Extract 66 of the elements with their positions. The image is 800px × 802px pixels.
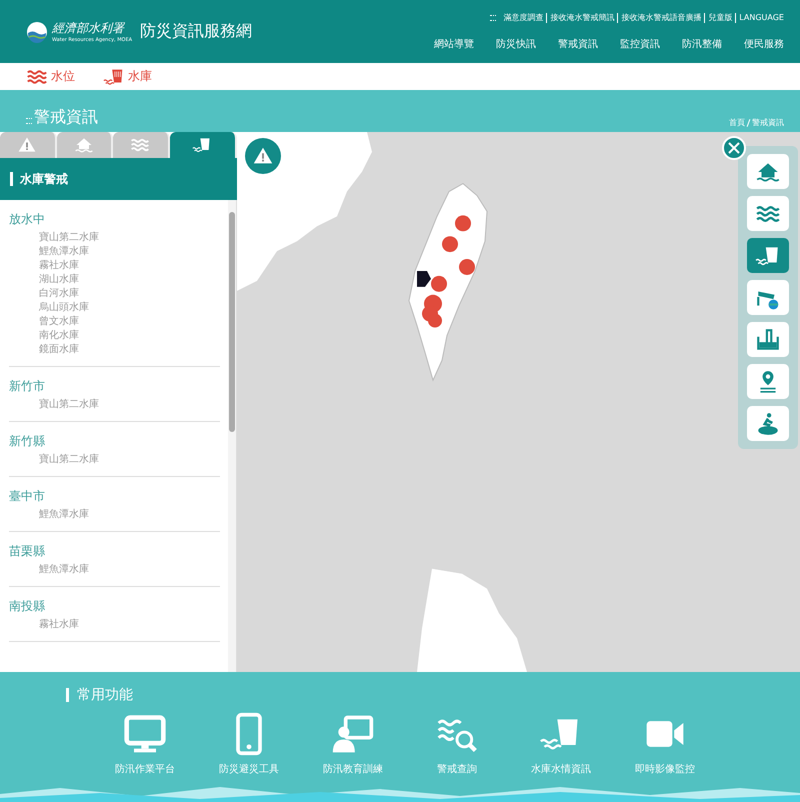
quick-link[interactable]: 防汛作業平台 (112, 712, 178, 776)
reservoir-item[interactable]: 鏡面水庫 (9, 343, 220, 357)
reservoir-item[interactable]: 鯉魚潭水庫 (9, 508, 220, 522)
reservoir-item[interactable]: 寶山第二水庫 (9, 398, 220, 412)
map-marker[interactable] (442, 236, 458, 252)
panel-title: 水庫警戒 (20, 170, 68, 188)
reservoir-item[interactable]: 霧社水庫 (9, 259, 220, 273)
water-gauge-icon (755, 326, 781, 352)
group-title: 臺中市 (9, 488, 46, 505)
site-title: 防災資訊服務網 (140, 21, 252, 42)
nav-link[interactable]: 警戒資訊 (558, 37, 598, 51)
top-link[interactable]: LANGUAGE (739, 13, 784, 22)
logo-icon (26, 20, 48, 42)
map-marker[interactable] (455, 215, 471, 232)
layer-button[interactable] (747, 280, 789, 315)
group-title: 新竹市 (9, 378, 46, 395)
layer-button[interactable] (747, 322, 789, 357)
quick-link[interactable]: 即時影像監控 (632, 712, 698, 776)
reservoir-item[interactable]: 南化水庫 (9, 329, 220, 343)
quick-link[interactable]: 防汛教育訓練 (320, 712, 386, 776)
group-title: 南投縣 (9, 598, 46, 615)
footer-heading: 常用功能 (77, 686, 133, 704)
breadcrumb-item: 警戒資訊 (752, 117, 784, 128)
top-link[interactable]: 兒童版 (708, 12, 732, 23)
layer-button[interactable] (747, 154, 789, 189)
reservoir-item[interactable]: 烏山頭水庫 (9, 301, 220, 315)
nav-link[interactable]: 監控資訊 (620, 37, 660, 51)
scrollbar[interactable] (228, 200, 236, 672)
layer-button[interactable] (747, 196, 789, 231)
sidebar-tab[interactable] (170, 132, 238, 158)
group-title: 放水中 (9, 211, 46, 228)
subnav-link[interactable]: 水位 (26, 66, 75, 88)
map-marker[interactable] (459, 259, 475, 275)
page-title: 警戒資訊 (34, 107, 98, 128)
map-marker[interactable] (431, 276, 447, 292)
title-dots-icon (26, 118, 32, 124)
menu-dots-icon (490, 14, 496, 20)
breadcrumb-item[interactable]: 首頁 (729, 117, 745, 128)
nav-link[interactable]: 防汛整備 (682, 37, 722, 51)
group-title: 新竹縣 (9, 433, 46, 450)
reservoir-item[interactable]: 湖山水庫 (9, 273, 220, 287)
agency-name: 經濟部水利署 (52, 20, 126, 37)
nav-link[interactable]: 便民服務 (744, 37, 784, 51)
reservoir-item[interactable]: 鯉魚潭水庫 (9, 563, 220, 577)
nav-link[interactable]: 防災快訊 (496, 37, 536, 51)
nav-link[interactable]: 網站導覽 (434, 37, 474, 51)
reservoir-item[interactable]: 鯉魚潭水庫 (9, 245, 220, 259)
layer-button[interactable] (747, 406, 789, 441)
quick-link[interactable]: 防災避災工具 (216, 712, 282, 776)
quick-link[interactable]: 警戒查詢 (424, 712, 490, 776)
quick-link[interactable]: 水庫水情資訊 (528, 712, 594, 776)
layer-button[interactable] (747, 238, 789, 273)
layer-button[interactable] (747, 364, 789, 399)
map-marker[interactable] (417, 270, 431, 287)
top-link[interactable]: 接收淹水警戒語音廣播 (621, 12, 702, 23)
reservoir-item[interactable]: 白河水庫 (9, 287, 220, 301)
top-link[interactable]: 滿意度調查 (503, 12, 544, 23)
subnav-link[interactable]: 水庫 (103, 66, 152, 88)
top-link[interactable]: 接收淹水警戒簡訊 (550, 12, 614, 23)
map-marker-cluster[interactable] (422, 294, 442, 328)
reservoir-item[interactable]: 寶山第二水庫 (9, 231, 220, 245)
close-icon (727, 141, 741, 155)
reservoir-item[interactable]: 寶山第二水庫 (9, 453, 220, 467)
reservoir-item[interactable]: 霧社水庫 (9, 618, 220, 632)
group-title: 苗栗縣 (9, 543, 46, 560)
reservoir-item[interactable]: 曾文水庫 (9, 315, 220, 329)
